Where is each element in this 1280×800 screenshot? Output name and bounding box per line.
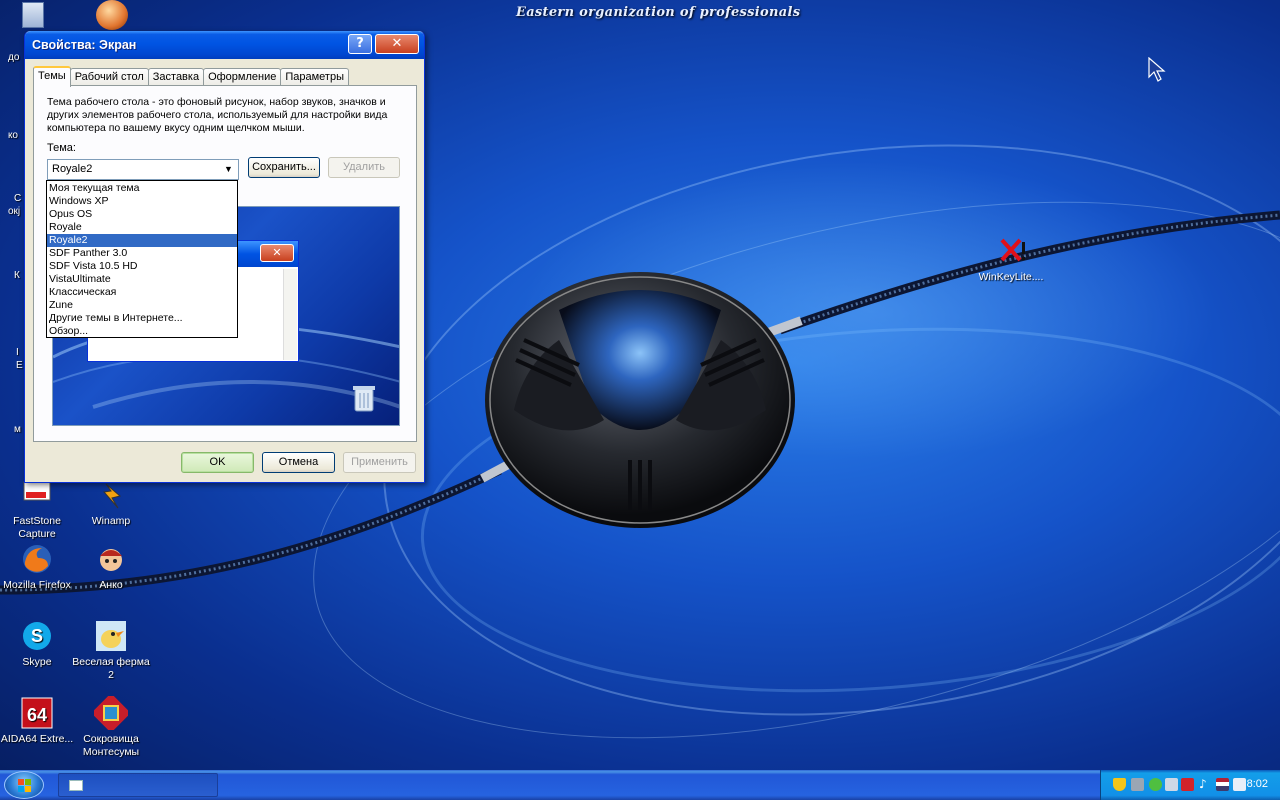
- firefox-icon: [20, 542, 54, 576]
- desktop-icon-aida64[interactable]: 64 AIDA64 Extre...: [0, 696, 76, 746]
- dropdown-item[interactable]: VistaUltimate: [47, 273, 237, 286]
- dropdown-item[interactable]: Классическая: [47, 286, 237, 299]
- desktop-icon-label: Анко: [99, 579, 123, 591]
- desktop-icon-montezuma[interactable]: Сокровища Монтесумы: [72, 693, 150, 759]
- svg-text:64: 64: [27, 705, 47, 725]
- dropdown-item[interactable]: SDF Panther 3.0: [47, 247, 237, 260]
- theme-label: Тема:: [47, 142, 76, 154]
- partial-label: до: [8, 52, 20, 63]
- svg-text:S: S: [31, 626, 43, 646]
- dropdown-item[interactable]: Обзор...: [47, 325, 237, 338]
- dialog-title: Свойства: Экран: [32, 38, 137, 52]
- desktop-icon-firefox[interactable]: Mozilla Firefox: [0, 542, 76, 592]
- taskbar-window-button[interactable]: [58, 773, 218, 797]
- partial-label: Е: [16, 360, 23, 371]
- network-icon[interactable]: [1131, 778, 1144, 791]
- save-theme-button[interactable]: Сохранить...: [248, 157, 320, 178]
- desktop-icon-label: WinKeyLite....: [978, 271, 1044, 283]
- desktop-icon-faststone[interactable]: FastStone Capture: [0, 478, 76, 541]
- dialog-titlebar[interactable]: Свойства: Экран ? ✕: [25, 31, 424, 59]
- desktop-icon-label: Веселая ферма 2: [72, 656, 150, 681]
- partial-label: окј: [8, 206, 21, 217]
- network-globe-icon[interactable]: [96, 0, 128, 30]
- partial-label: кo: [8, 130, 18, 141]
- tab-desktop[interactable]: Рабочий стол: [69, 68, 149, 86]
- partial-label: I: [16, 347, 19, 358]
- windows-logo-icon: [18, 779, 31, 792]
- dropdown-item[interactable]: Opus OS: [47, 208, 237, 221]
- desktop-icon-farm[interactable]: Веселая ферма 2: [72, 619, 150, 682]
- montezuma-icon: [91, 693, 131, 733]
- cancel-button[interactable]: Отмена: [262, 452, 335, 473]
- mouse-cursor-icon: [1148, 57, 1166, 82]
- ok-button[interactable]: OK: [181, 452, 254, 473]
- dropdown-item[interactable]: Zune: [47, 299, 237, 312]
- dropdown-item[interactable]: Royale: [47, 221, 237, 234]
- tab-settings[interactable]: Параметры: [280, 68, 349, 86]
- theme-select[interactable]: Royale2 ▼: [47, 159, 239, 180]
- anko-icon: [94, 542, 128, 576]
- partial-label: м: [14, 424, 21, 435]
- antivirus-icon[interactable]: [1181, 778, 1194, 791]
- system-tray: ♪ 8:02: [1100, 770, 1280, 800]
- clock[interactable]: 8:02: [1247, 778, 1268, 790]
- my-documents-icon[interactable]: [22, 2, 44, 28]
- desktop-icon-label: Сокровища Монтесумы: [82, 733, 140, 758]
- themes-description: Тема рабочего стола - это фоновый рисуно…: [47, 96, 388, 134]
- theme-dropdown-list: Моя текущая тема Windows XP Opus OS Roya…: [46, 180, 238, 338]
- desktop-banner: Eastern organization of professionals: [516, 5, 801, 20]
- window-icon: [69, 780, 83, 791]
- tab-screensaver[interactable]: Заставка: [147, 68, 205, 86]
- farm-icon: [94, 619, 128, 653]
- desktop-icon-label: Skype: [22, 656, 52, 668]
- dropdown-item[interactable]: SDF Vista 10.5 HD: [47, 260, 237, 273]
- desktop-icon-winamp[interactable]: Winamp: [72, 478, 150, 528]
- desktop-icon-winkey[interactable]: WinKeyLite....: [972, 234, 1050, 284]
- start-button[interactable]: [4, 771, 44, 799]
- preview-scrollbar: [283, 269, 297, 360]
- language-flag-icon[interactable]: [1216, 778, 1229, 791]
- winkey-icon: [994, 234, 1028, 268]
- tab-themes[interactable]: Темы: [33, 66, 71, 87]
- dropdown-item[interactable]: Моя текущая тема: [47, 182, 237, 195]
- desktop-icon-skype[interactable]: S Skype: [0, 619, 76, 669]
- faststone-icon: [20, 478, 54, 512]
- dropdown-item[interactable]: Другие темы в Интернете...: [47, 312, 237, 325]
- partial-label: С: [14, 193, 22, 204]
- security-shield-icon[interactable]: [1113, 778, 1126, 791]
- skype-icon: S: [20, 619, 54, 653]
- tab-strip: Темы Рабочий стол Заставка Оформление Па…: [33, 66, 349, 87]
- aida64-icon: 64: [20, 696, 54, 730]
- preview-close-icon: ✕: [260, 244, 294, 262]
- tab-appearance[interactable]: Оформление: [203, 68, 282, 86]
- desktop-icon-label: FastStone Capture: [13, 515, 61, 540]
- display-icon[interactable]: [1165, 778, 1178, 791]
- dropdown-item-selected[interactable]: Royale2: [47, 234, 237, 247]
- tray-settings-icon[interactable]: [1233, 778, 1246, 791]
- close-button[interactable]: ✕: [375, 34, 419, 54]
- dropdown-item[interactable]: Windows XP: [47, 195, 237, 208]
- desktop-icon-label: AIDA64 Extre...: [0, 733, 74, 745]
- apply-button[interactable]: Применить: [343, 452, 416, 473]
- taskbar: ♪ 8:02: [0, 770, 1280, 800]
- recycle-bin-icon: [353, 386, 375, 412]
- volume-icon[interactable]: ♪: [1199, 778, 1212, 791]
- orb-logo: [485, 272, 795, 528]
- desktop-icon-anko[interactable]: Анко: [72, 542, 150, 592]
- theme-select-value: Royale2: [52, 163, 93, 175]
- winamp-icon: [94, 478, 128, 512]
- desktop-icon-label: Winamp: [91, 515, 131, 527]
- chevron-down-icon[interactable]: ▼: [221, 162, 236, 177]
- delete-theme-button[interactable]: Удалить: [328, 157, 400, 178]
- partial-label: К: [14, 270, 20, 281]
- help-button[interactable]: ?: [348, 34, 372, 54]
- desktop-icon-label: Mozilla Firefox: [3, 579, 71, 591]
- update-check-icon[interactable]: [1149, 778, 1162, 791]
